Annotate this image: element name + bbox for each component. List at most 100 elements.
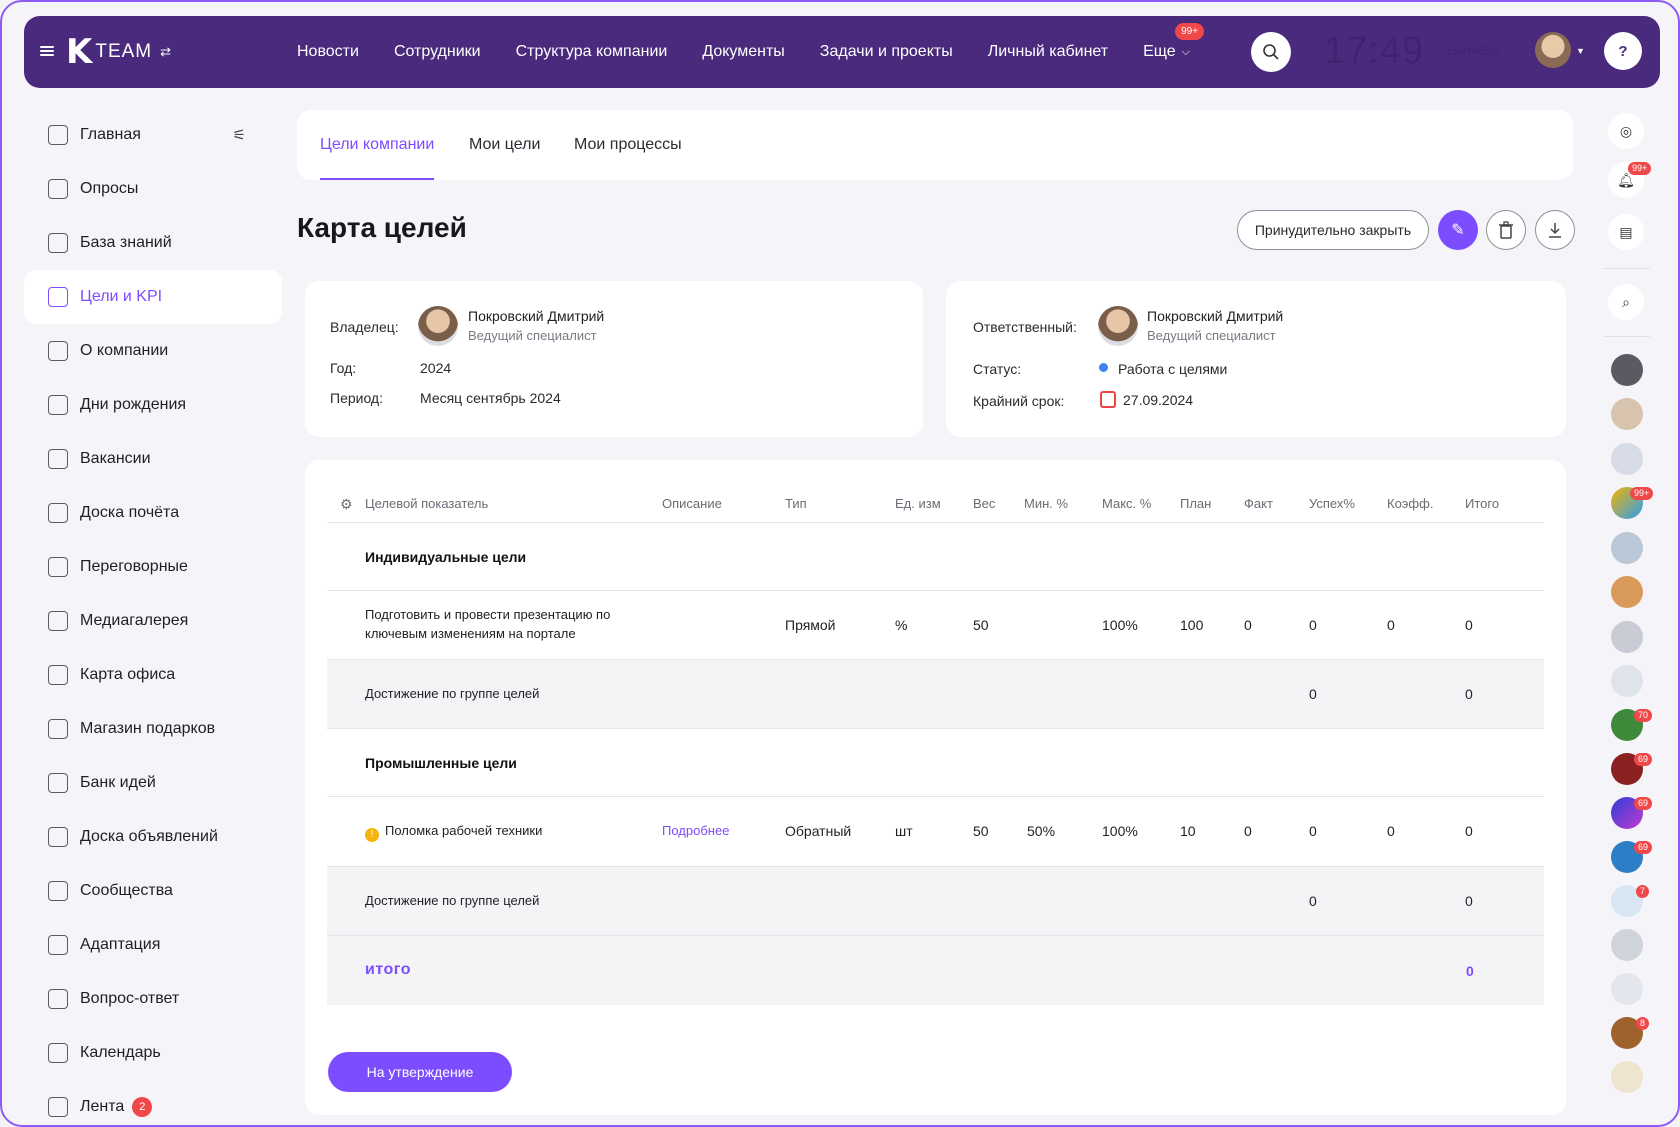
sidebar-item-communities[interactable]: Сообщества	[24, 864, 282, 918]
col-weight: Вес	[973, 496, 996, 511]
goal-unit: %	[895, 617, 908, 633]
sidebar-item-surveys[interactable]: Опросы	[24, 162, 282, 216]
top-navigation-bar: K TEAM ⇄ Новости Сотрудники Структура ко…	[24, 16, 1660, 88]
contact-avatar[interactable]	[1611, 354, 1643, 386]
contact-avatar[interactable]	[1611, 398, 1643, 430]
delete-button[interactable]	[1486, 210, 1526, 250]
goal-fact: 0	[1244, 617, 1252, 633]
settings-icon[interactable]: ⚙	[340, 496, 353, 513]
tune-icon[interactable]: ⚟	[233, 126, 246, 144]
tab-my-goals[interactable]: Мои цели	[469, 110, 540, 180]
responsible-avatar[interactable]	[1098, 306, 1138, 346]
nav-more[interactable]: Еще ⌵ 99+	[1143, 23, 1205, 61]
sidebar-item-goals-kpi[interactable]: Цели и KPI	[24, 270, 282, 324]
chat-icon[interactable]: ▤	[1608, 214, 1644, 250]
contact-avatar[interactable]	[1611, 1061, 1643, 1093]
col-type: Тип	[785, 496, 807, 511]
contact-avatar[interactable]	[1611, 576, 1643, 608]
caret-down-icon[interactable]: ▼	[1576, 46, 1585, 56]
col-target: Целевой показатель	[365, 496, 489, 511]
force-close-button[interactable]: Принудительно закрыть	[1237, 210, 1429, 250]
sidebar-item-birthdays[interactable]: Дни рождения	[24, 378, 282, 432]
rail-divider	[1604, 268, 1650, 269]
goal-total: 0	[1465, 617, 1473, 633]
calendar-icon	[48, 1043, 68, 1063]
sidebar-item-media[interactable]: Медиагалерея	[24, 594, 282, 648]
sidebar-item-gift-shop[interactable]: Магазин подарков	[24, 702, 282, 756]
person-icon	[48, 503, 68, 523]
sidebar-item-home[interactable]: Главная ⚟	[24, 108, 282, 162]
contact-badge: 69	[1634, 753, 1653, 766]
tab-company-goals[interactable]: Цели компании	[320, 110, 435, 180]
goal-name-line: Подготовить и провести презентацию по	[365, 607, 611, 622]
achievement-success: 0	[1309, 686, 1317, 702]
download-button[interactable]	[1535, 210, 1575, 250]
owner-avatar[interactable]	[418, 306, 458, 346]
user-avatar[interactable]	[1535, 32, 1571, 68]
period-value: Месяц сентябрь 2024	[420, 390, 561, 406]
tab-my-processes[interactable]: Мои процессы	[574, 110, 682, 180]
table-row[interactable]: ! Поломка рабочей техники Подробнее Обрат…	[327, 797, 1544, 867]
search-button[interactable]	[1251, 32, 1291, 72]
search-icon[interactable]: ⌕	[1608, 284, 1644, 320]
goal-weight: 50	[973, 823, 989, 839]
nav-documents[interactable]: Документы	[702, 43, 784, 61]
help-button[interactable]: ?	[1604, 32, 1642, 70]
details-link[interactable]: Подробнее	[662, 823, 729, 838]
kpi-icon	[48, 287, 68, 307]
sidebar-item-adaptation[interactable]: Адаптация	[24, 918, 282, 972]
contact-avatar[interactable]	[1611, 443, 1643, 475]
sidebar-item-ideas[interactable]: Банк идей	[24, 756, 282, 810]
menu-icon[interactable]	[40, 46, 54, 56]
table-row[interactable]: Подготовить и провести презентацию по кл…	[327, 591, 1544, 660]
achievement-success: 0	[1309, 893, 1317, 909]
edit-button[interactable]: ✎	[1438, 210, 1478, 250]
sidebar-item-vacancies[interactable]: Вакансии	[24, 432, 282, 486]
achievement-label: Достижение по группе целей	[365, 686, 540, 701]
board-icon	[48, 827, 68, 847]
achievement-row: Достижение по группе целей 0 0	[327, 660, 1544, 729]
activity-icon[interactable]: ◎	[1608, 113, 1644, 149]
sidebar-item-calendar[interactable]: Календарь	[24, 1026, 282, 1080]
sidebar-item-office-map[interactable]: Карта офиса	[24, 648, 282, 702]
submit-approval-button[interactable]: На утверждение	[328, 1052, 512, 1092]
vacancy-icon	[48, 449, 68, 469]
contact-avatar[interactable]	[1611, 665, 1643, 697]
nav-cabinet[interactable]: Личный кабинет	[988, 43, 1108, 61]
owner-name[interactable]: Покровский Дмитрий	[468, 308, 604, 324]
app-window: K TEAM ⇄ Новости Сотрудники Структура ко…	[0, 0, 1680, 1127]
owner-role: Ведущий специалист	[468, 328, 597, 343]
owner-card: Владелец: Покровский Дмитрий Ведущий спе…	[305, 281, 923, 437]
sidebar-item-honor-board[interactable]: Доска почёта	[24, 486, 282, 540]
deadline-label: Крайний срок:	[973, 393, 1065, 409]
contact-avatar[interactable]	[1611, 532, 1643, 564]
logo[interactable]: K TEAM ⇄	[66, 35, 171, 69]
contact-avatar[interactable]	[1611, 621, 1643, 653]
sidebar-item-feed[interactable]: Лента 2	[24, 1080, 282, 1125]
contact-avatar[interactable]	[1611, 929, 1643, 961]
goal-success: 0	[1309, 617, 1317, 633]
sidebar-item-about[interactable]: О компании	[24, 324, 282, 378]
group-title: Индивидуальные цели	[365, 549, 527, 565]
clock: 17:49	[1324, 30, 1425, 72]
nav-tasks[interactable]: Задачи и проекты	[820, 43, 953, 61]
goal-name-line: ключевым изменениям на портале	[365, 626, 576, 641]
goal-plan: 10	[1180, 823, 1196, 839]
goal-unit: шт	[895, 823, 913, 839]
total-value: 0	[1466, 963, 1474, 979]
nav-news[interactable]: Новости	[297, 43, 359, 61]
sidebar-item-knowledge[interactable]: База знаний	[24, 216, 282, 270]
goals-table-card: ⚙ Целевой показатель Описание Тип Ед. из…	[305, 460, 1566, 1115]
sidebar-item-meeting-rooms[interactable]: Переговорные	[24, 540, 282, 594]
goal-coef: 0	[1387, 617, 1395, 633]
nav-structure[interactable]: Структура компании	[516, 43, 668, 61]
sidebar-item-faq[interactable]: Вопрос-ответ	[24, 972, 282, 1026]
switch-icon[interactable]: ⇄	[160, 44, 171, 60]
nav-employees[interactable]: Сотрудники	[394, 43, 481, 61]
responsible-name[interactable]: Покровский Дмитрий	[1147, 308, 1283, 324]
contact-avatar[interactable]	[1611, 973, 1643, 1005]
col-unit: Ед. изм	[895, 496, 941, 511]
sidebar-item-ads[interactable]: Доска объявлений	[24, 810, 282, 864]
sidebar: Главная ⚟ Опросы База знаний Цели и KPI О…	[24, 108, 282, 1125]
pencil-icon: ✎	[1451, 222, 1465, 239]
